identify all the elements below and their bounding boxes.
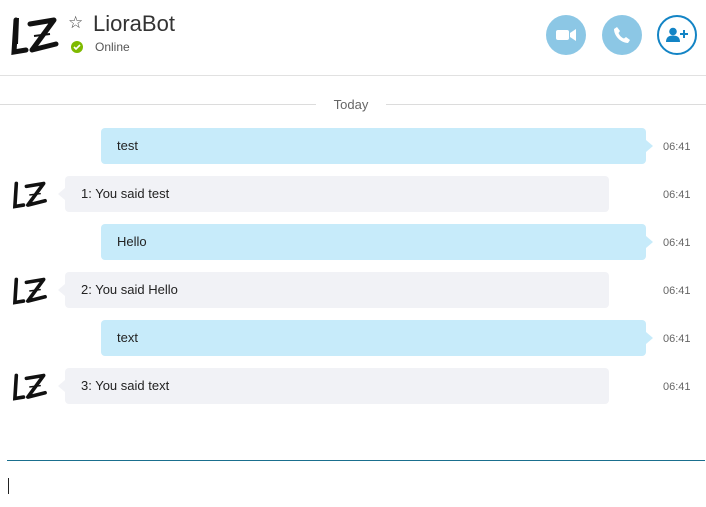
chat-header: ☆ LioraBot Online (0, 0, 706, 76)
compose-divider (7, 460, 705, 461)
bot-avatar[interactable] (12, 275, 48, 307)
message-incoming[interactable]: 1: You said test (58, 176, 609, 212)
date-divider-label: Today (333, 97, 369, 112)
message-time: 06:41 (663, 333, 691, 345)
contact-avatar[interactable] (10, 14, 60, 58)
contact-status: Online (95, 40, 130, 54)
add-people-button[interactable] (657, 15, 697, 55)
phone-icon (614, 27, 630, 43)
message-time: 06:41 (663, 237, 691, 249)
video-call-button[interactable] (546, 15, 586, 55)
favorite-star-icon[interactable]: ☆ (68, 14, 83, 32)
message-outgoing[interactable]: Hello (101, 224, 653, 260)
video-camera-icon (556, 29, 576, 41)
message-outgoing[interactable]: text (101, 320, 653, 356)
audio-call-button[interactable] (602, 15, 642, 55)
message-incoming[interactable]: 3: You said text (58, 368, 609, 404)
message-incoming[interactable]: 2: You said Hello (58, 272, 609, 308)
message-outgoing[interactable]: test (101, 128, 653, 164)
bot-avatar[interactable] (12, 371, 48, 403)
bot-avatar[interactable] (12, 179, 48, 211)
message-time: 06:41 (663, 381, 691, 393)
contact-name[interactable]: LioraBot (93, 11, 175, 37)
message-time: 06:41 (663, 285, 691, 297)
online-status-icon (71, 41, 83, 53)
message-input[interactable] (7, 466, 705, 504)
date-divider-line-left (0, 104, 316, 105)
date-divider-line-right (386, 104, 706, 105)
text-caret (8, 478, 9, 494)
message-time: 06:41 (663, 189, 691, 201)
add-person-icon (666, 27, 688, 42)
message-time: 06:41 (663, 141, 691, 153)
